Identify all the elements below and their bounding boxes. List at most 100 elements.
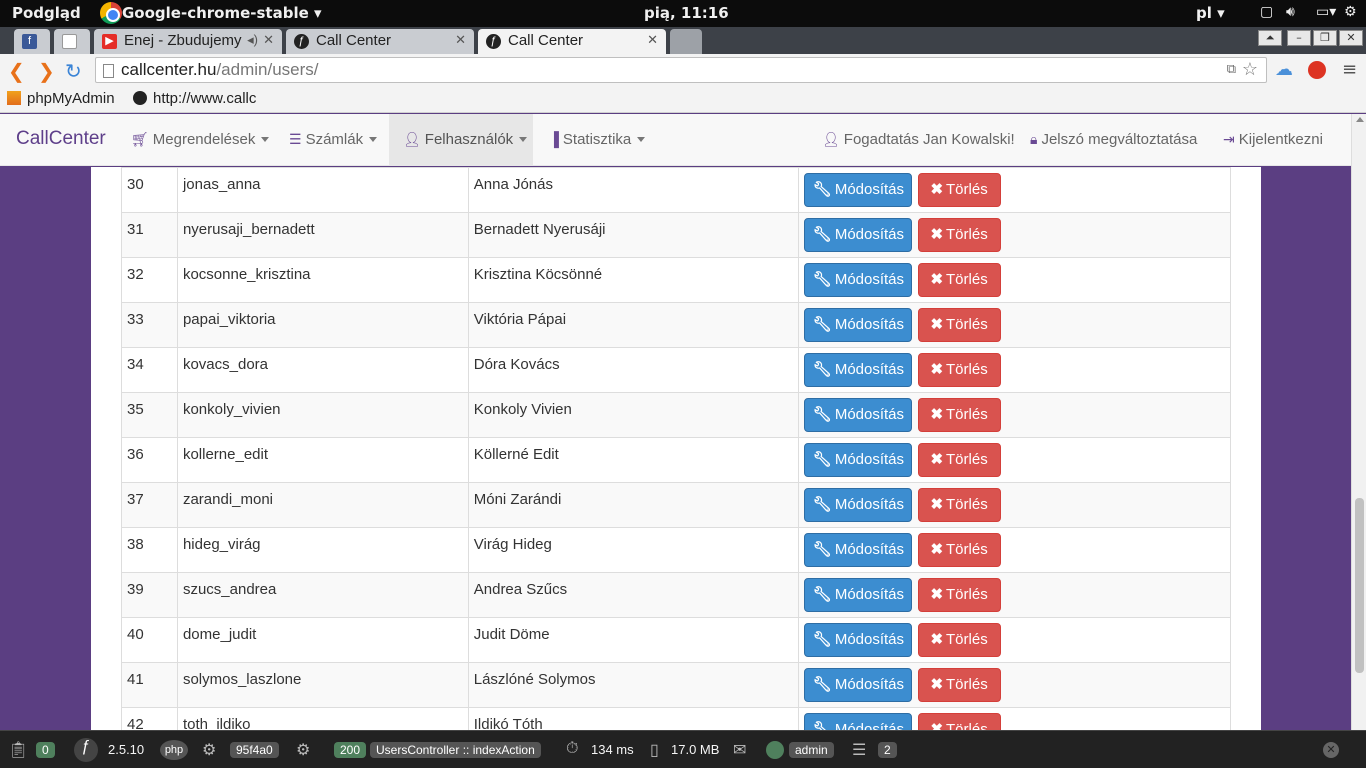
- back-button[interactable]: ❮: [8, 59, 25, 83]
- brand-logo[interactable]: CallCenter: [16, 128, 106, 150]
- delete-button[interactable]: ✖ Törlés: [917, 308, 1001, 342]
- row-actions: 🔧︎ Módosítás ✖ Törlés: [798, 167, 1231, 213]
- sf-token[interactable]: 95f4a0: [230, 742, 279, 758]
- close-icon[interactable]: ✕: [263, 32, 274, 48]
- delete-label: Törlés: [946, 631, 988, 648]
- delete-button[interactable]: ✖ Törlés: [917, 488, 1001, 522]
- delete-button[interactable]: ✖ Törlés: [917, 398, 1001, 432]
- delete-button[interactable]: ✖ Törlés: [917, 443, 1001, 477]
- tab-callcenter-active[interactable]: ƒ Call Center ✕: [478, 29, 666, 54]
- settings-icon[interactable]: ⚙︎: [1344, 4, 1357, 20]
- maximize-button[interactable]: ❐: [1313, 30, 1337, 46]
- wrench-icon: 🔧︎: [812, 721, 832, 730]
- close-icon[interactable]: ✕: [455, 32, 466, 48]
- edit-button[interactable]: 🔧︎ Módosítás: [804, 218, 913, 252]
- sf-status[interactable]: 200: [334, 742, 367, 758]
- mail-icon: ✉: [733, 742, 747, 759]
- edit-button[interactable]: 🔧︎ Módosítás: [804, 353, 913, 387]
- address-bar[interactable]: callcenter.hu/admin/users/ ⧉ ☆: [95, 57, 1267, 83]
- delete-button[interactable]: ✖ Törlés: [917, 173, 1001, 207]
- edit-button[interactable]: 🔧︎ Módosítás: [804, 578, 913, 612]
- menu-icon[interactable]: ≡: [1342, 59, 1357, 80]
- sf-queries[interactable]: 2: [878, 742, 897, 758]
- edit-button[interactable]: 🔧︎ Módosítás: [804, 713, 913, 730]
- wrench-icon: 🔧︎: [812, 631, 832, 648]
- row-actions: 🔧︎ Módosítás ✖ Törlés: [798, 482, 1231, 528]
- tab-blank[interactable]: [54, 29, 90, 54]
- nav-felhasznalok[interactable]: 👤︎ Felhasználók: [389, 114, 533, 166]
- minimize-button[interactable]: –: [1287, 30, 1311, 46]
- close-toolbar-icon[interactable]: ✕: [1323, 742, 1339, 758]
- users-table: 30 jonas_anna Anna Jónás 🔧︎ Módosítás ✖ Törlé…: [121, 167, 1231, 730]
- edit-button[interactable]: 🔧︎ Módosítás: [804, 308, 913, 342]
- os-window-title[interactable]: Google-chrome-stable ▾: [122, 4, 322, 22]
- close-icon: ✖: [930, 316, 944, 333]
- user-username: toth_ildiko: [176, 707, 469, 730]
- profile-button[interactable]: ⏶: [1258, 30, 1282, 46]
- nav-logout[interactable]: ⇥ Kijelentkezni: [1223, 114, 1323, 166]
- config-icon: ⚙: [202, 742, 217, 759]
- edit-button[interactable]: 🔧︎ Módosítás: [804, 443, 913, 477]
- sf-memory[interactable]: 17.0 MB: [671, 742, 719, 757]
- sf-user[interactable]: admin: [789, 742, 834, 758]
- adblock-icon[interactable]: [1308, 61, 1326, 79]
- user-fullname: Virág Hideg: [467, 527, 800, 573]
- close-icon[interactable]: ✕: [647, 32, 658, 48]
- edit-button[interactable]: 🔧︎ Módosítás: [804, 263, 913, 297]
- delete-button[interactable]: ✖ Törlés: [917, 263, 1001, 297]
- nav-statisztika[interactable]: ▐ Statisztika: [549, 114, 659, 166]
- user-username: konkoly_vivien: [176, 392, 469, 438]
- security-icon: [766, 741, 784, 759]
- reload-button[interactable]: ↻: [65, 59, 82, 83]
- edit-button[interactable]: 🔧︎ Módosítás: [804, 173, 913, 207]
- scrollbar-thumb[interactable]: [1355, 498, 1364, 673]
- delete-button[interactable]: ✖ Törlés: [917, 578, 1001, 612]
- tab-strip: f ▶ Enej - Zbudujemy ◂) ✕ ƒ Call Center …: [0, 27, 1366, 54]
- edit-button[interactable]: 🔧︎ Módosítás: [804, 533, 913, 567]
- sf-requests[interactable]: 0: [36, 742, 55, 758]
- window-icon[interactable]: ▢: [1260, 4, 1273, 20]
- scroll-up-icon[interactable]: [1356, 117, 1364, 122]
- translate-icon[interactable]: ⧉: [1227, 61, 1236, 77]
- battery-icon[interactable]: ▭▾: [1316, 4, 1336, 20]
- nav-megrendelesek[interactable]: 🛒︎ Megrendelések: [131, 114, 271, 166]
- user-fullname: Krisztina Köcsönné: [467, 257, 800, 303]
- os-language[interactable]: pl ▾: [1196, 4, 1225, 22]
- sf-controller[interactable]: UsersController :: indexAction: [370, 742, 541, 758]
- sf-version[interactable]: 2.5.10: [108, 742, 144, 757]
- forward-button[interactable]: ❯: [38, 59, 55, 83]
- delete-button[interactable]: ✖ Törlés: [917, 218, 1001, 252]
- bookmark-star-icon[interactable]: ☆: [1242, 59, 1258, 80]
- wrench-icon: 🔧︎: [812, 226, 832, 243]
- tab-callcenter-1[interactable]: ƒ Call Center ✕: [286, 29, 474, 54]
- cloud-extension-icon[interactable]: ☁: [1275, 59, 1293, 80]
- edit-button[interactable]: 🔧︎ Módosítás: [804, 488, 913, 522]
- bookmark-callcenter[interactable]: http://www.callc: [133, 90, 268, 107]
- nav-szamlak[interactable]: ☰ Számlák: [289, 114, 384, 166]
- edit-button[interactable]: 🔧︎ Módosítás: [804, 398, 913, 432]
- delete-button[interactable]: ✖ Törlés: [917, 353, 1001, 387]
- nav-welcome-user[interactable]: 👤︎ Fogadtatás Jan Kowalski!: [822, 114, 1015, 166]
- tab-facebook[interactable]: f: [14, 29, 50, 54]
- tab-youtube[interactable]: ▶ Enej - Zbudujemy ◂) ✕: [94, 29, 282, 54]
- os-app-name[interactable]: Podgląd: [12, 4, 81, 22]
- php-icon[interactable]: php: [160, 740, 188, 760]
- edit-button[interactable]: 🔧︎ Módosítás: [804, 623, 913, 657]
- sf-time[interactable]: 134 ms: [591, 742, 634, 757]
- cart-icon: 🛒︎: [131, 131, 149, 147]
- close-window-button[interactable]: ✕: [1339, 30, 1363, 46]
- delete-button[interactable]: ✖ Törlés: [917, 533, 1001, 567]
- volume-icon[interactable]: 🔊︎: [1286, 4, 1295, 20]
- delete-button[interactable]: ✖ Törlés: [917, 623, 1001, 657]
- new-tab-button[interactable]: [670, 29, 702, 54]
- bookmarks-bar: phpMyAdmin http://www.callc: [0, 86, 1366, 113]
- token-value: 95f4a0: [230, 742, 279, 758]
- delete-button[interactable]: ✖ Törlés: [917, 713, 1001, 730]
- edit-button[interactable]: 🔧︎ Módosítás: [804, 668, 913, 702]
- nav-change-password[interactable]: 🔒︎ Jelszó megváltoztatása: [1030, 114, 1197, 166]
- os-clock[interactable]: pią, 11:16: [644, 4, 729, 22]
- bookmark-phpmyadmin[interactable]: phpMyAdmin: [7, 90, 115, 107]
- user-id: 41: [121, 662, 178, 708]
- page-scrollbar[interactable]: [1351, 114, 1366, 730]
- delete-button[interactable]: ✖ Törlés: [917, 668, 1001, 702]
